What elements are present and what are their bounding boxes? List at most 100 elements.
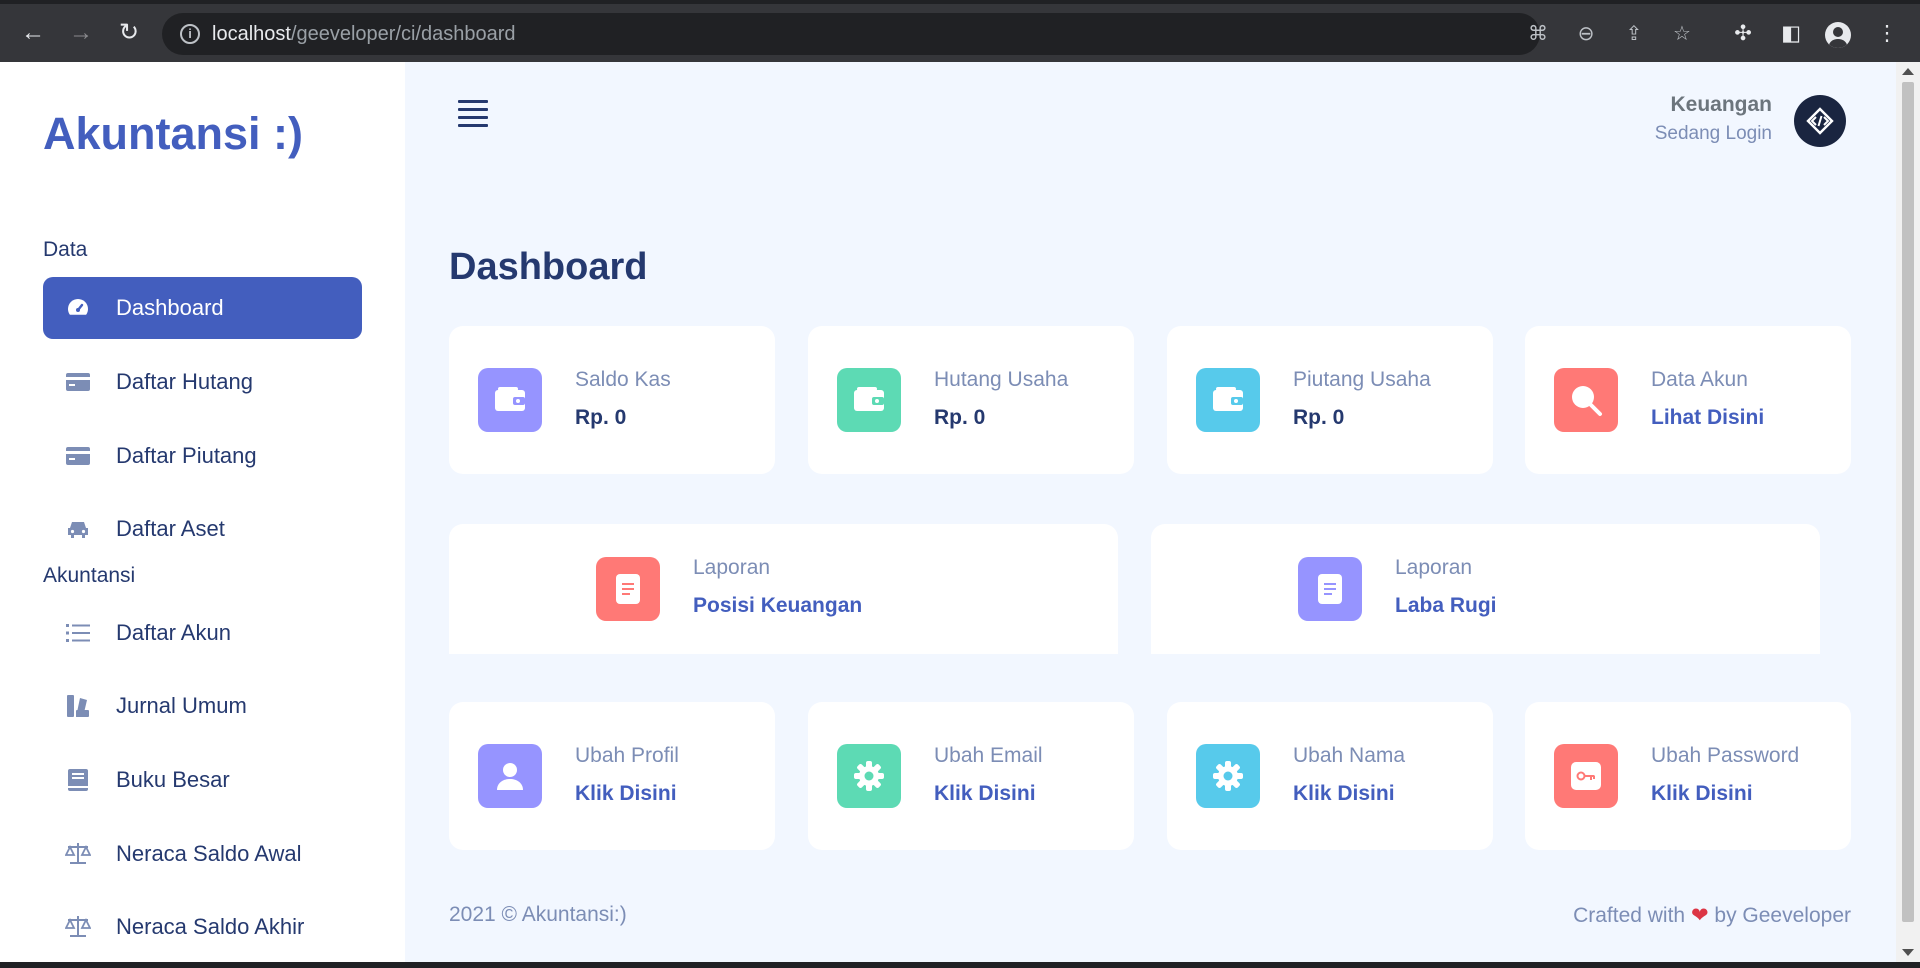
lihat-disini-link[interactable]: Lihat Disini [1651,406,1764,430]
gear-icon [837,744,901,808]
card-label: Ubah Email [934,744,1043,767]
sidebar-item-label: Dashboard [116,295,224,320]
sidebar-item-daftar-hutang[interactable]: Daftar Hutang [43,351,362,413]
brand-logo[interactable]: Akuntansi :) [43,108,303,160]
sidebar-item-label: Daftar Hutang [116,369,253,394]
card-label: Laporan [1395,556,1473,579]
car-icon [65,516,91,542]
sidebar-item-label: Jurnal Umum [116,693,247,718]
document-icon [1298,557,1362,621]
extensions-icon[interactable]: ✣ [1730,21,1756,47]
browser-toolbar: ← → ↻ i localhost/geeveloper/ci/dashboar… [0,0,1920,62]
sidebar-item-jurnal-umum[interactable]: Jurnal Umum [43,675,362,737]
scroll-up-arrow-icon[interactable] [1902,68,1914,75]
scale-icon [65,841,91,867]
section-title-akuntansi: Akuntansi [43,564,136,587]
book-icon [65,767,91,793]
sidebar: Akuntansi :) Data Dashboard Daftar Hutan… [0,62,405,962]
key-icon [1554,744,1618,808]
reload-icon[interactable]: ↻ [114,18,144,48]
sidebar-item-dashboard[interactable]: Dashboard [43,277,362,339]
sidebar-item-neraca-saldo-akhir[interactable]: Neraca Saldo Akhir [43,896,362,958]
card-value: Rp. 0 [575,406,627,429]
scrollbar-thumb[interactable] [1902,82,1914,922]
sidebar-item-label: Buku Besar [116,767,230,792]
back-icon[interactable]: ← [18,18,48,48]
sidebar-item-label: Daftar Akun [116,620,231,645]
card-laporan-posisi-keuangan[interactable]: Laporan Posisi Keuangan [449,524,1118,654]
avatar[interactable] [1794,95,1846,147]
gear-icon [1196,744,1260,808]
sidebar-item-buku-besar[interactable]: Buku Besar [43,749,362,811]
card-saldo-kas[interactable]: Saldo Kas Rp. 0 [449,326,775,474]
card-ubah-password[interactable]: Ubah Password Klik Disini [1525,702,1851,850]
person-icon [478,744,542,808]
laba-rugi-link[interactable]: Laba Rugi [1395,594,1497,618]
card-label: Ubah Password [1651,744,1800,767]
menu-kebab-icon[interactable]: ⋮ [1874,21,1900,47]
sidebar-item-label: Neraca Saldo Awal [116,841,302,866]
posisi-keuangan-link[interactable]: Posisi Keuangan [693,594,862,618]
footer-credit: Crafted with ❤ by Geeveloper [1573,904,1851,927]
card-ubah-nama[interactable]: Ubah Nama Klik Disini [1167,702,1493,850]
document-icon [596,557,660,621]
speedometer-icon [65,295,91,321]
card-label: Ubah Nama [1293,744,1406,767]
footer-copyright: 2021 © Akuntansi:) [449,903,627,926]
zoom-icon[interactable]: ⊖ [1574,22,1598,46]
klik-disini-link[interactable]: Klik Disini [1293,782,1395,806]
heart-icon: ❤ [1690,904,1709,927]
user-name: Keuangan [1670,93,1772,116]
hamburger-menu-icon[interactable] [458,100,488,127]
share-icon[interactable]: ⇪ [1622,22,1646,46]
card-label: Data Akun [1651,368,1748,391]
page-scrollbar[interactable] [1896,62,1920,962]
wallet-icon [478,368,542,432]
klik-disini-link[interactable]: Klik Disini [934,782,1036,806]
card-value: Rp. 0 [1293,406,1345,429]
page-title: Dashboard [449,246,648,288]
search-icon [1554,368,1618,432]
sidebar-item-neraca-saldo-awal[interactable]: Neraca Saldo Awal [43,823,362,885]
bookmark-star-icon[interactable]: ☆ [1670,22,1694,46]
url-text[interactable]: localhost/geeveloper/ci/dashboard [212,23,516,46]
profile-icon[interactable] [1825,22,1851,48]
journal-icon [65,693,91,719]
sidebar-item-daftar-aset[interactable]: Daftar Aset [43,498,362,560]
sidebar-item-daftar-akun[interactable]: Daftar Akun [43,602,362,664]
user-status: Sedang Login [1654,123,1772,144]
section-title-data: Data [43,238,88,261]
code-logo-icon [1806,107,1834,135]
side-panel-icon[interactable]: ◧ [1778,21,1804,47]
card-ubah-email[interactable]: Ubah Email Klik Disini [808,702,1134,850]
site-info-icon[interactable]: i [180,24,200,44]
card-label: Piutang Usaha [1293,368,1431,391]
card-piutang-usaha[interactable]: Piutang Usaha Rp. 0 [1167,326,1493,474]
card-label: Hutang Usaha [934,368,1069,391]
scale-icon [65,914,91,940]
card-laporan-laba-rugi[interactable]: Laporan Laba Rugi [1151,524,1820,654]
address-bar[interactable]: i localhost/geeveloper/ci/dashboard ⌘ ⊖ … [162,13,1691,55]
list-icon [65,620,91,646]
forward-icon[interactable]: → [66,18,96,48]
credit-card-icon [65,443,91,469]
translate-icon[interactable]: ⌘ [1526,22,1550,46]
klik-disini-link[interactable]: Klik Disini [575,782,677,806]
wallet-icon [1196,368,1260,432]
window-bottom-edge [0,962,1920,968]
scroll-down-arrow-icon[interactable] [1902,949,1914,956]
sidebar-item-label: Neraca Saldo Akhir [116,914,305,939]
card-data-akun[interactable]: Data Akun Lihat Disini [1525,326,1851,474]
card-label: Ubah Profil [575,744,679,767]
card-hutang-usaha[interactable]: Hutang Usaha Rp. 0 [808,326,1134,474]
card-label: Laporan [693,556,771,579]
sidebar-item-label: Daftar Piutang [116,443,257,468]
card-ubah-profil[interactable]: Ubah Profil Klik Disini [449,702,775,850]
klik-disini-link[interactable]: Klik Disini [1651,782,1753,806]
card-value: Rp. 0 [934,406,986,429]
card-label: Saldo Kas [575,368,671,391]
wallet-icon [837,368,901,432]
sidebar-item-label: Daftar Aset [116,516,225,541]
sidebar-item-daftar-piutang[interactable]: Daftar Piutang [43,425,362,487]
credit-card-icon [65,369,91,395]
